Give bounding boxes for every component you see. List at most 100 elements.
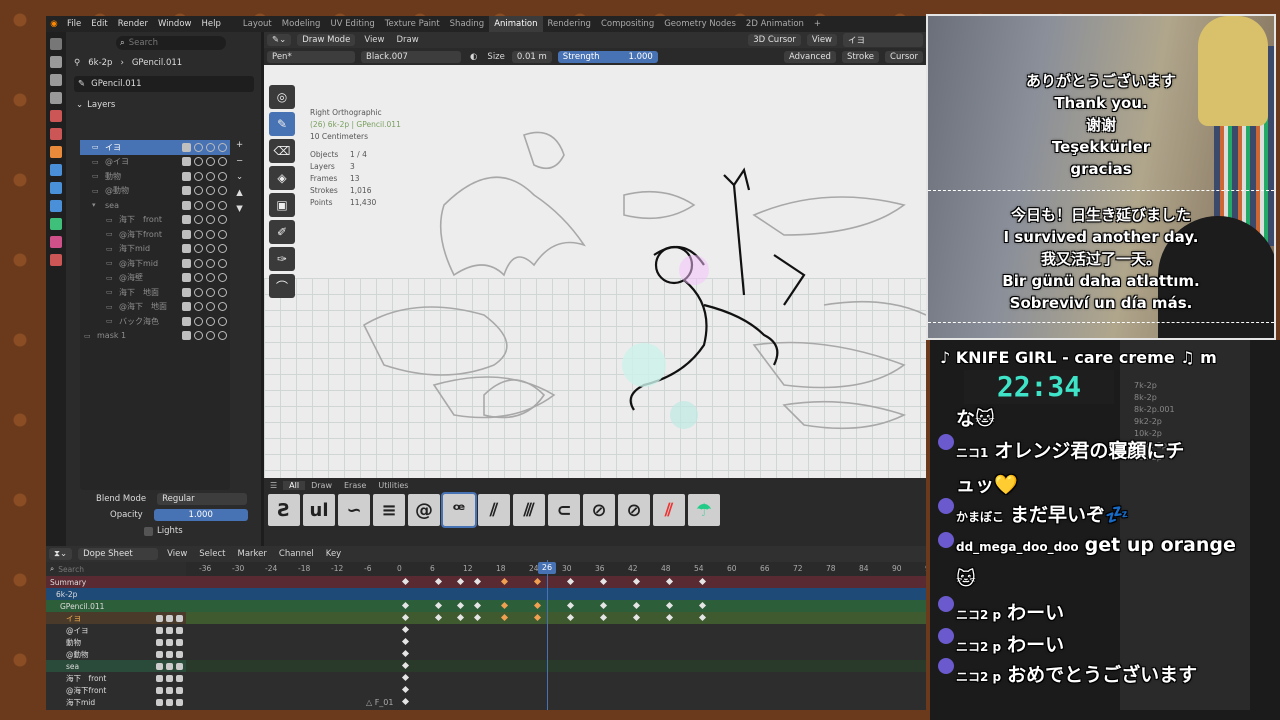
channel-row[interactable]: sea <box>46 660 186 672</box>
cursor-dropdown[interactable]: Cursor <box>885 50 923 63</box>
visibility-eye-icon[interactable] <box>156 626 163 634</box>
lock-icon[interactable] <box>176 686 183 694</box>
lock-icon[interactable] <box>218 229 227 239</box>
playhead[interactable] <box>547 560 548 710</box>
keyframe-diamond[interactable] <box>632 601 641 610</box>
material-tab-icon[interactable] <box>50 236 62 248</box>
view-select[interactable]: View <box>806 34 837 46</box>
move-up-button[interactable]: ▲ <box>236 188 243 198</box>
mask-toggle-icon[interactable] <box>182 302 191 312</box>
keyframe-diamond[interactable] <box>665 613 674 622</box>
fill-tool-icon[interactable]: ◈ <box>269 166 295 190</box>
stroke-dropdown[interactable]: Stroke <box>841 50 880 63</box>
keyframe-diamond[interactable] <box>698 601 707 610</box>
menu-render[interactable]: Render <box>113 19 153 29</box>
marker-brush[interactable]: ≡ <box>373 494 405 526</box>
blend-mode-select[interactable]: Regular <box>157 493 248 505</box>
erase-tool-icon[interactable]: ⌫ <box>269 139 295 163</box>
tab-texture-paint[interactable]: Texture Paint <box>380 16 445 32</box>
visibility-eye-icon[interactable] <box>206 244 215 254</box>
visibility-eye-icon[interactable] <box>206 157 215 167</box>
keyframe-diamond[interactable] <box>401 685 410 694</box>
draw-tool-icon[interactable]: ✎ <box>269 112 295 136</box>
keyframe-diamond[interactable] <box>401 697 410 706</box>
keyframe-diamond[interactable] <box>533 577 542 586</box>
keyframe-diamond[interactable] <box>401 625 410 634</box>
mask-toggle-icon[interactable] <box>182 142 191 152</box>
opacity-slider[interactable]: 1.000 <box>153 509 248 521</box>
umbrella-brush[interactable]: ☂ <box>688 494 720 526</box>
tab-modeling[interactable]: Modeling <box>277 16 326 32</box>
keyframe-diamond[interactable] <box>456 613 465 622</box>
visibility-eye-icon[interactable] <box>206 200 215 210</box>
cursor-tool-icon[interactable]: ◎ <box>269 85 295 109</box>
layer-row[interactable]: ▭ 海下 地面 <box>80 285 230 300</box>
visibility-eye-icon[interactable] <box>156 614 163 622</box>
tab-animation[interactable]: Animation <box>489 16 543 32</box>
visibility-eye-icon[interactable] <box>156 638 163 646</box>
keyframe-diamond[interactable] <box>698 577 707 586</box>
layer-row[interactable]: ▭ @イヨ <box>80 155 230 170</box>
erase-brush[interactable]: ⊘ <box>583 494 615 526</box>
keyframe-diamond[interactable] <box>401 661 410 670</box>
shelf-tab-draw[interactable]: Draw <box>305 481 338 490</box>
curve-brush[interactable]: ⊂ <box>548 494 580 526</box>
keyframe-diamond[interactable] <box>473 601 481 610</box>
lock-icon[interactable] <box>218 287 227 297</box>
lock-icon[interactable] <box>218 200 227 210</box>
lock-icon[interactable] <box>176 626 183 634</box>
mask-toggle-icon[interactable] <box>182 229 191 239</box>
visibility-eye-icon[interactable] <box>156 650 163 658</box>
keyframe-diamond[interactable] <box>401 613 410 622</box>
channel-row[interactable]: GPencil.011 <box>46 600 186 612</box>
lock-icon[interactable] <box>218 171 227 181</box>
channel-row[interactable]: Summary <box>46 576 186 588</box>
lock-icon[interactable] <box>218 331 227 341</box>
menu-view[interactable]: View <box>358 35 390 45</box>
menu-view[interactable]: View <box>161 549 193 559</box>
mask-toggle-icon[interactable] <box>182 287 191 297</box>
add-workspace-button[interactable]: + <box>809 16 826 32</box>
size-field[interactable]: 0.01 m <box>511 50 552 63</box>
onion-skin-icon[interactable] <box>194 200 203 210</box>
layer-select[interactable]: イヨ <box>843 33 923 47</box>
menu-file[interactable]: File <box>62 19 86 29</box>
layer-row[interactable]: ▭ mask 1 <box>80 329 230 344</box>
lock-icon[interactable] <box>176 662 183 670</box>
keyframe-diamond[interactable] <box>566 577 575 586</box>
dope-mode-select[interactable]: Dope Sheet <box>78 548 159 560</box>
channel-row[interactable]: 動物 <box>46 636 186 648</box>
texture-tab-icon[interactable] <box>50 254 62 266</box>
channel-row[interactable]: 海下 front <box>46 672 186 684</box>
keyframe-diamond[interactable] <box>599 601 608 610</box>
visibility-eye-icon[interactable] <box>206 258 215 268</box>
move-down-button[interactable]: ▼ <box>236 204 243 214</box>
onion-skin-icon[interactable] <box>194 157 203 167</box>
data-tab-icon[interactable] <box>50 218 62 230</box>
box-tool-icon[interactable]: ▣ <box>269 193 295 217</box>
keyframe-diamond[interactable] <box>434 613 443 622</box>
tab-uv-editing[interactable]: UV Editing <box>325 16 379 32</box>
keyframe-diamond[interactable] <box>665 601 674 610</box>
visibility-eye-icon[interactable] <box>206 331 215 341</box>
onion-skin-icon[interactable] <box>194 331 203 341</box>
layer-row[interactable]: ▭ 動物 <box>80 169 230 184</box>
menu-window[interactable]: Window <box>153 19 197 29</box>
tab-geometry-nodes[interactable]: Geometry Nodes <box>659 16 741 32</box>
keyframe-diamond[interactable] <box>473 613 481 622</box>
tab-shading[interactable]: Shading <box>445 16 490 32</box>
layer-row[interactable]: ▾ sea <box>80 198 230 213</box>
visibility-eye-icon[interactable] <box>206 142 215 152</box>
advanced-dropdown[interactable]: Advanced <box>783 50 836 63</box>
layer-row[interactable]: ▭ イヨ <box>80 140 230 155</box>
keyframe-diamond[interactable] <box>500 613 509 622</box>
layer-menu-button[interactable]: ⌄ <box>236 172 243 182</box>
onion-skin-icon[interactable] <box>194 171 203 181</box>
tab-compositing[interactable]: Compositing <box>596 16 659 32</box>
lock-icon[interactable] <box>218 258 227 268</box>
editor-type-button[interactable]: ✎⌄ <box>267 34 292 46</box>
lock-icon[interactable] <box>176 650 183 658</box>
visibility-eye-icon[interactable] <box>206 215 215 225</box>
checkbox-icon[interactable] <box>166 686 173 694</box>
onion-skin-icon[interactable] <box>194 316 203 326</box>
